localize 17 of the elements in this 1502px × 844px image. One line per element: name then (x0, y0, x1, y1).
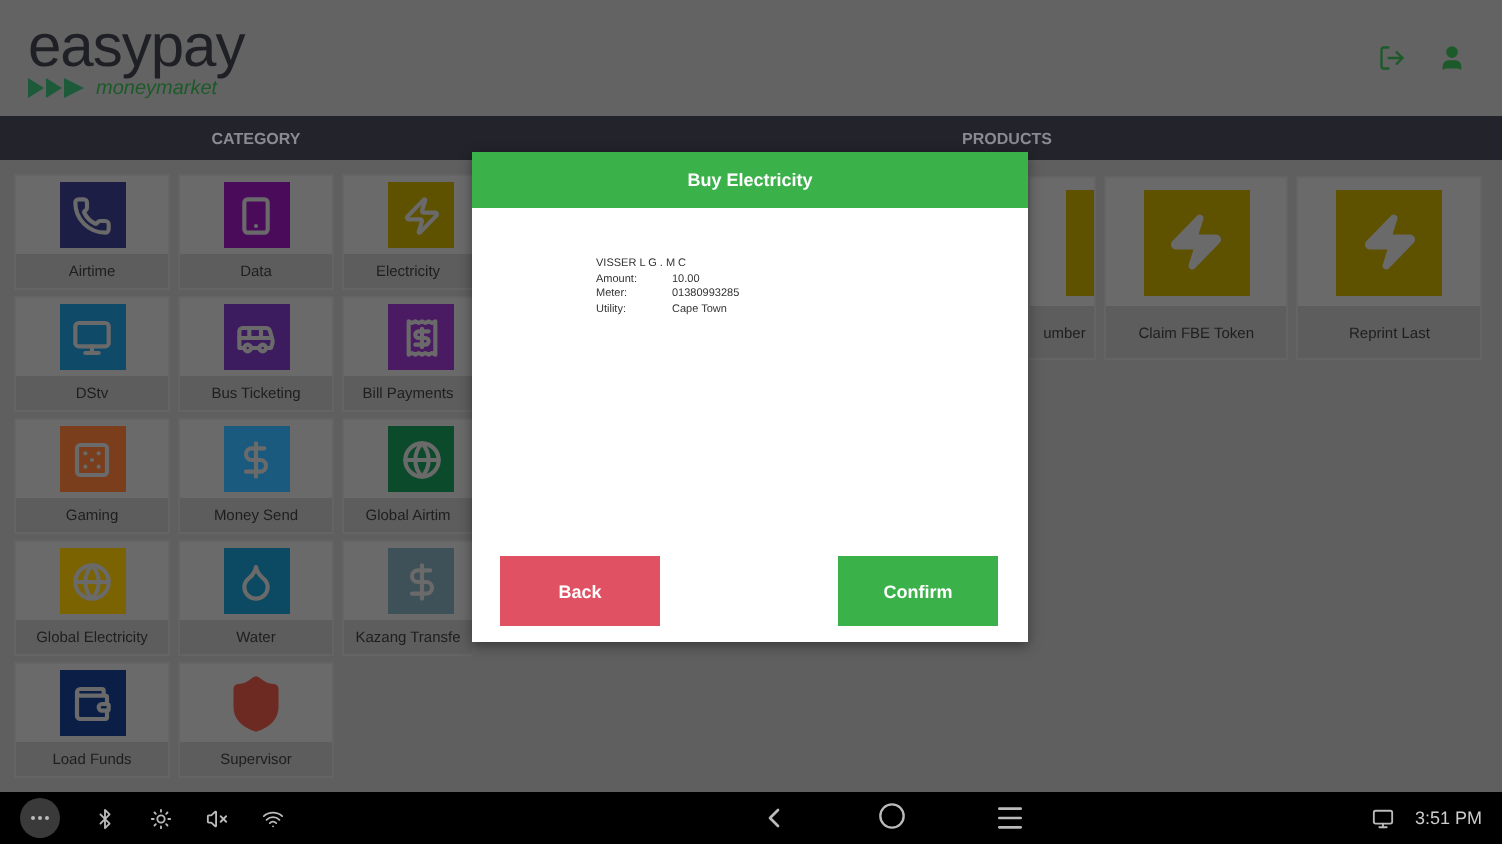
clock: 3:51 PM (1414, 808, 1482, 828)
confirm-button[interactable]: Confirm (838, 556, 998, 626)
products-header: PRODUCTS (960, 129, 1054, 147)
screen-icon[interactable] (1372, 807, 1395, 829)
wifi-icon[interactable] (262, 807, 284, 829)
brand-tagline: moneymarket (96, 77, 218, 99)
mute-icon[interactable] (206, 807, 228, 829)
more-button[interactable] (20, 798, 60, 838)
dialog-title: Buy Electricity (472, 152, 1028, 208)
home-icon[interactable] (877, 802, 905, 830)
back-button[interactable]: Back (500, 556, 660, 626)
menu-icon[interactable] (993, 802, 1025, 834)
bluetooth-icon[interactable] (94, 807, 116, 829)
brightness-icon[interactable] (150, 807, 172, 829)
category-header: CATEGORY (209, 129, 303, 147)
arrows-icon (28, 78, 88, 98)
brand-logo: easypay (28, 17, 245, 77)
